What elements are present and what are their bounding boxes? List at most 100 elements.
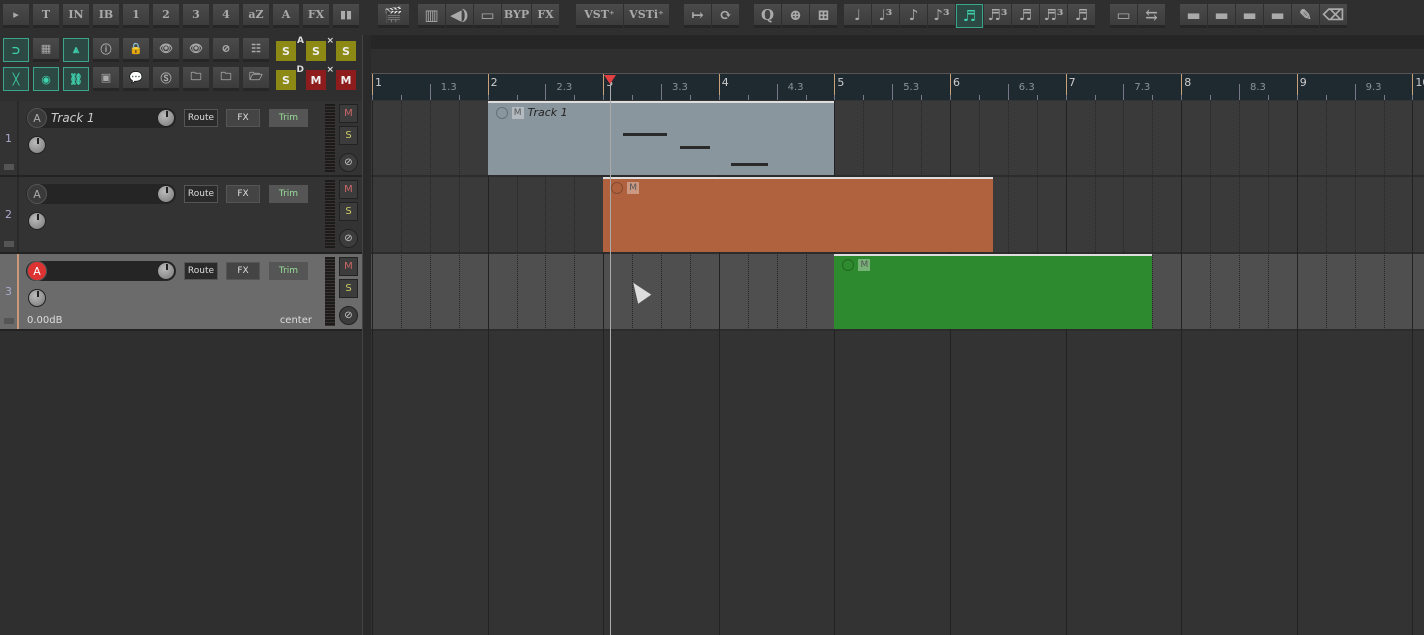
- eighth-note-icon-button[interactable]: ♪: [900, 4, 927, 28]
- crossfade-icon-button[interactable]: ╳: [3, 67, 29, 91]
- solo-button[interactable]: S: [339, 202, 358, 221]
- midi-note[interactable]: [680, 146, 710, 149]
- ripple-icon-button[interactable]: ⩓: [63, 38, 89, 62]
- phase-invert-button[interactable]: ⊘: [339, 153, 358, 172]
- route-button[interactable]: Route: [184, 109, 218, 127]
- trim-envelope-button[interactable]: Trim: [269, 185, 308, 203]
- midi-note[interactable]: [731, 163, 768, 166]
- eye-frame-icon-button[interactable]: 👁: [153, 38, 179, 62]
- track-panel-2[interactable]: 2 A Route FX Trim M S ⊘: [0, 177, 362, 254]
- media-item[interactable]: M Track 1: [487, 101, 835, 175]
- toolbar-button-s-button[interactable]: S ×: [306, 36, 334, 61]
- toolbar-button-a-button[interactable]: A: [273, 4, 299, 28]
- fx-button[interactable]: FX: [226, 109, 260, 127]
- loop-icon-button[interactable]: ⟳: [712, 4, 739, 28]
- quarter-note-icon-button[interactable]: ♩: [844, 4, 871, 28]
- eye-hidden-icon-button[interactable]: ⊘: [213, 38, 239, 62]
- eighth-triplet-icon-button[interactable]: ♪³: [928, 4, 955, 28]
- pencil-icon-button[interactable]: ✎: [1292, 4, 1319, 28]
- toolbar-button-ib-button[interactable]: IB: [93, 4, 119, 28]
- volume-knob[interactable]: [157, 185, 175, 203]
- toolbar-button-m-button[interactable]: M: [336, 70, 356, 90]
- record-arm-button[interactable]: A: [27, 261, 47, 281]
- item-lock-icon[interactable]: [611, 182, 624, 194]
- toolbar-button-az-button[interactable]: aZ: [243, 4, 269, 28]
- folder-check-icon-button[interactable]: 🗀: [213, 67, 239, 91]
- mute-button[interactable]: M: [339, 180, 358, 199]
- split-cursor-icon-button[interactable]: ↦: [684, 4, 711, 28]
- toolbar-byp-button[interactable]: BYP: [502, 4, 531, 28]
- route-button[interactable]: Route: [184, 262, 218, 280]
- mute-button[interactable]: M: [339, 104, 358, 123]
- fx-button[interactable]: FX: [226, 262, 260, 280]
- zoom-grid-icon-button[interactable]: ⊞: [810, 4, 837, 28]
- volume-knob[interactable]: [157, 262, 175, 280]
- toolbar-button-3-button[interactable]: 3: [183, 4, 209, 28]
- trim-middle-icon-button[interactable]: ▬: [1208, 4, 1235, 28]
- fx-button[interactable]: FX: [226, 185, 260, 203]
- lock-icon-button[interactable]: 🔒: [123, 38, 149, 62]
- folder-icon[interactable]: [4, 164, 14, 170]
- mixer-icon-button[interactable]: ▥: [418, 4, 445, 28]
- toolbar-vst-button[interactable]: VST⁺: [576, 4, 623, 28]
- folder-open-icon-button[interactable]: 🗁: [243, 67, 269, 91]
- playhead-line[interactable]: [610, 75, 612, 635]
- playhead-marker-icon[interactable]: [604, 75, 617, 84]
- zoom-in-icon-button[interactable]: ⊕: [782, 4, 809, 28]
- track-name-field[interactable]: [26, 184, 176, 204]
- grid-icon-button[interactable]: ▦: [33, 38, 59, 62]
- phase-invert-button[interactable]: ⊘: [339, 229, 358, 248]
- item-move-icon-button[interactable]: ⇆: [1138, 4, 1165, 28]
- magnet-snap-icon-button[interactable]: ⊃: [3, 38, 29, 62]
- track-panel-3[interactable]: 3 A Route FX Trim M S ⊘ 0.00dB center: [0, 254, 362, 331]
- media-item[interactable]: M: [834, 254, 1153, 329]
- item-mute-button[interactable]: M: [858, 259, 871, 271]
- eye-down-icon-button[interactable]: ◉: [33, 67, 59, 91]
- quarter-triplet-icon-button[interactable]: ♩³: [872, 4, 899, 28]
- item-mute-button[interactable]: M: [511, 106, 524, 119]
- toolbar-button-fx-button[interactable]: FX: [303, 4, 329, 28]
- route-button[interactable]: Route: [184, 185, 218, 203]
- trim-split-icon-button[interactable]: ▬: [1236, 4, 1263, 28]
- track-panel-1[interactable]: 1 Track 1 A Route FX Trim M S ⊘: [0, 101, 362, 177]
- eye-s-icon-button[interactable]: Ⓢ: [153, 67, 179, 91]
- fader-icon-button[interactable]: ▭: [474, 4, 501, 28]
- folder-icon[interactable]: [4, 241, 14, 247]
- link-icon-button[interactable]: ⛓: [63, 67, 89, 91]
- phase-invert-button[interactable]: ⊘: [339, 306, 358, 325]
- list-icon-button[interactable]: ☷: [243, 38, 269, 62]
- trim-envelope-button[interactable]: Trim: [269, 109, 308, 127]
- thirtysecond-note-icon-button[interactable]: ♬: [1012, 4, 1039, 28]
- toolbar-button-4-button[interactable]: 4: [213, 4, 239, 28]
- trim-right-icon-button[interactable]: ▬: [1264, 4, 1291, 28]
- toolbar-button-s-button[interactable]: S: [336, 41, 356, 61]
- media-item[interactable]: M: [603, 177, 994, 252]
- folder-icon-button[interactable]: 🗀: [183, 67, 209, 91]
- eye-icon-button[interactable]: 👁: [183, 38, 209, 62]
- track-name-field[interactable]: Track 1: [26, 108, 176, 128]
- pan-knob[interactable]: [28, 212, 46, 230]
- speech-bubble-icon-button[interactable]: 💬: [123, 67, 149, 91]
- track-icon-button[interactable]: T: [33, 4, 59, 28]
- mute-button[interactable]: M: [339, 257, 358, 276]
- solo-button[interactable]: S: [339, 279, 358, 298]
- item-stretch-icon-button[interactable]: ▭: [1110, 4, 1137, 28]
- sixteenth-note-icon-button[interactable]: ♬: [956, 4, 983, 28]
- folder-icon[interactable]: [4, 318, 14, 324]
- track-name-field[interactable]: [26, 261, 176, 281]
- toolbar-button-in-button[interactable]: IN: [63, 4, 89, 28]
- pan-knob[interactable]: [28, 136, 46, 154]
- record-arm-button[interactable]: A: [27, 108, 47, 128]
- sixtyfourth-note-icon-button[interactable]: ♬: [1068, 4, 1095, 28]
- toolbar-button-1-button[interactable]: 1: [123, 4, 149, 28]
- trim-envelope-button[interactable]: Trim: [269, 262, 308, 280]
- item-mute-button[interactable]: M: [627, 182, 640, 194]
- item-lock-icon[interactable]: [842, 259, 855, 271]
- item-lock-icon[interactable]: [495, 106, 508, 119]
- tcp-divider[interactable]: [362, 35, 371, 635]
- pan-knob[interactable]: [28, 289, 46, 307]
- toolbar-button-s-button[interactable]: SD: [276, 65, 304, 90]
- volume-knob[interactable]: [157, 109, 175, 127]
- solo-button[interactable]: S: [339, 126, 358, 145]
- toolbar-button-m-button[interactable]: M ×: [306, 65, 334, 90]
